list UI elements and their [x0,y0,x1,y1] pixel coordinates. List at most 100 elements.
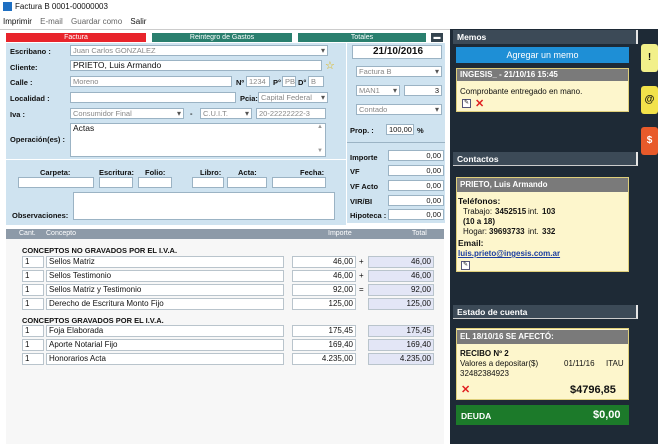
row-cant[interactable]: 1 [22,339,44,351]
minimize-button[interactable]: ▬ [431,33,443,42]
alert-icon[interactable]: ! [641,44,658,72]
row-cant[interactable]: 1 [22,270,44,282]
menu-imprimir[interactable]: Imprimir [0,14,35,26]
hogar-label: Hogar: [463,227,488,236]
vfacto-label: VF Acto [350,182,379,191]
tab-reintegro[interactable]: Reintegro de Gastos [152,33,292,42]
row-cant[interactable]: 1 [22,284,44,296]
hipoteca-label: Hipoteca : [350,211,387,220]
title-bar: Factura B 0001-00000003 [0,0,658,14]
email-link[interactable]: luis.prieto@ingesis.com.ar [458,249,560,258]
edit-icon[interactable]: ✎ [462,99,471,108]
vf-field[interactable]: 0,00 [388,165,444,176]
row-op: = [359,285,364,294]
vfacto-field[interactable]: 0,00 [388,180,444,191]
nro-field[interactable]: 1234 [246,76,270,87]
tab-totales[interactable]: Totales [298,33,426,42]
row-importe[interactable]: 4.235,00 [292,353,356,365]
telefonos-label: Teléfonos: [458,196,501,206]
escribano-select[interactable]: Juan Carlos GONZALEZ [70,45,328,56]
menu-guardar-como[interactable]: Guardar como [68,14,125,26]
trabajo-number: 3452515 [495,207,527,216]
prop-field[interactable]: 100,00 [386,124,414,135]
row-concepto[interactable]: Sellos Matriz y Testimonio [46,284,284,296]
hipoteca-field[interactable]: 0,00 [388,209,444,220]
dash-label: - [190,109,193,118]
row-concepto[interactable]: Foja Elaborada [46,325,284,337]
row-cant[interactable]: 1 [22,325,44,337]
row-importe[interactable]: 169,40 [292,339,356,351]
doc-nro-field[interactable]: 20-22222222-3 [256,108,326,119]
row-concepto[interactable]: Derecho de Escritura Monto Fijo [46,298,284,310]
scroll-down-icon[interactable]: ▼ [317,148,323,154]
row-total: 175,45 [368,325,434,337]
row-concepto[interactable]: Sellos Matriz [46,256,284,268]
row-importe[interactable]: 92,00 [292,284,356,296]
edit-contact-icon[interactable]: ✎ [461,261,470,270]
calle-field[interactable]: Moreno [70,76,232,87]
libro-field[interactable] [192,177,224,188]
col-total: Total [412,230,427,237]
talonario-select[interactable]: MAN1 [356,85,400,96]
memo-header: INGESIS_ - 21/10/16 15:45 [457,69,628,81]
importe-field[interactable]: 0,00 [388,150,444,161]
menu-email[interactable]: E-mail [37,14,66,26]
row-importe[interactable]: 125,00 [292,298,356,310]
row-importe[interactable]: 46,00 [292,256,356,268]
add-memo-button[interactable]: Agregar un memo [456,47,629,63]
valores-banco: ITAU [606,359,624,368]
row-cant[interactable]: 1 [22,256,44,268]
table-header: Cant. Concepto Importe Total [6,229,444,239]
virbi-label: VIR/BI [350,197,373,206]
row-total: 169,40 [368,339,434,351]
fecha-field[interactable]: 21/10/2016 [352,45,442,59]
virbi-field[interactable]: 0,00 [388,195,444,206]
iva-label: Iva : [10,110,26,119]
pcia-select[interactable]: Capital Federal [258,92,328,103]
acta-field[interactable] [227,177,267,188]
section-title: CONCEPTOS GRAVADOS POR EL I.V.A. [22,316,164,325]
condicion-select[interactable]: Contado [356,104,442,115]
contactos-header: Contactos [453,152,638,166]
row-cant[interactable]: 1 [22,298,44,310]
dpto-field[interactable]: B [308,76,324,87]
escritura-field[interactable] [99,177,133,188]
iva-select[interactable]: Consumidor Final [70,108,184,119]
row-concepto[interactable]: Honorarios Acta [46,353,284,365]
estado-header: Estado de cuenta [453,305,638,319]
star-icon[interactable]: ☆ [325,59,335,72]
row-cant[interactable]: 1 [22,353,44,365]
importe-label: Importe [350,153,378,162]
window-title: Factura B 0001-00000003 [15,2,108,11]
row-importe[interactable]: 46,00 [292,270,356,282]
row-concepto[interactable]: Aporte Notarial Fijo [46,339,284,351]
operacion-field[interactable]: Actas [70,123,326,157]
memos-header: Memos [453,30,638,44]
fecha-escritura-field[interactable] [272,177,326,188]
tipo-select[interactable]: Factura B [356,66,442,77]
cliente-field[interactable]: PRIETO, Luis Armando [70,60,322,71]
tab-factura[interactable]: Factura [6,33,146,42]
account-icon[interactable]: $ [641,127,658,155]
observaciones-label: Observaciones: [12,211,69,220]
hogar-number: 39693733 [489,227,525,236]
delete-payment-icon[interactable]: ✕ [461,383,470,396]
piso-field[interactable]: PB [282,76,296,87]
contacts-icon[interactable]: @ [641,86,658,114]
dpto-label: D° [298,78,307,87]
row-importe[interactable]: 175,45 [292,325,356,337]
folio-field[interactable] [138,177,172,188]
doc-tipo-select[interactable]: C.U.I.T. [200,108,252,119]
scroll-up-icon[interactable]: ▲ [317,124,323,130]
deuda-value: $0,00 [593,409,621,421]
row-concepto[interactable]: Sellos Testimonio [46,270,284,282]
observaciones-field[interactable] [73,192,335,220]
tab-strip: Factura Reintegro de Gastos Totales ▬ [6,33,443,43]
email-label: Email: [458,238,484,248]
delete-icon[interactable]: ✕ [475,97,484,110]
trabajo-int-label: int. [528,207,539,216]
menu-salir[interactable]: Salir [127,14,149,26]
carpeta-field[interactable] [18,177,94,188]
localidad-field[interactable] [70,92,236,103]
numero-field[interactable]: 3 [404,85,442,96]
